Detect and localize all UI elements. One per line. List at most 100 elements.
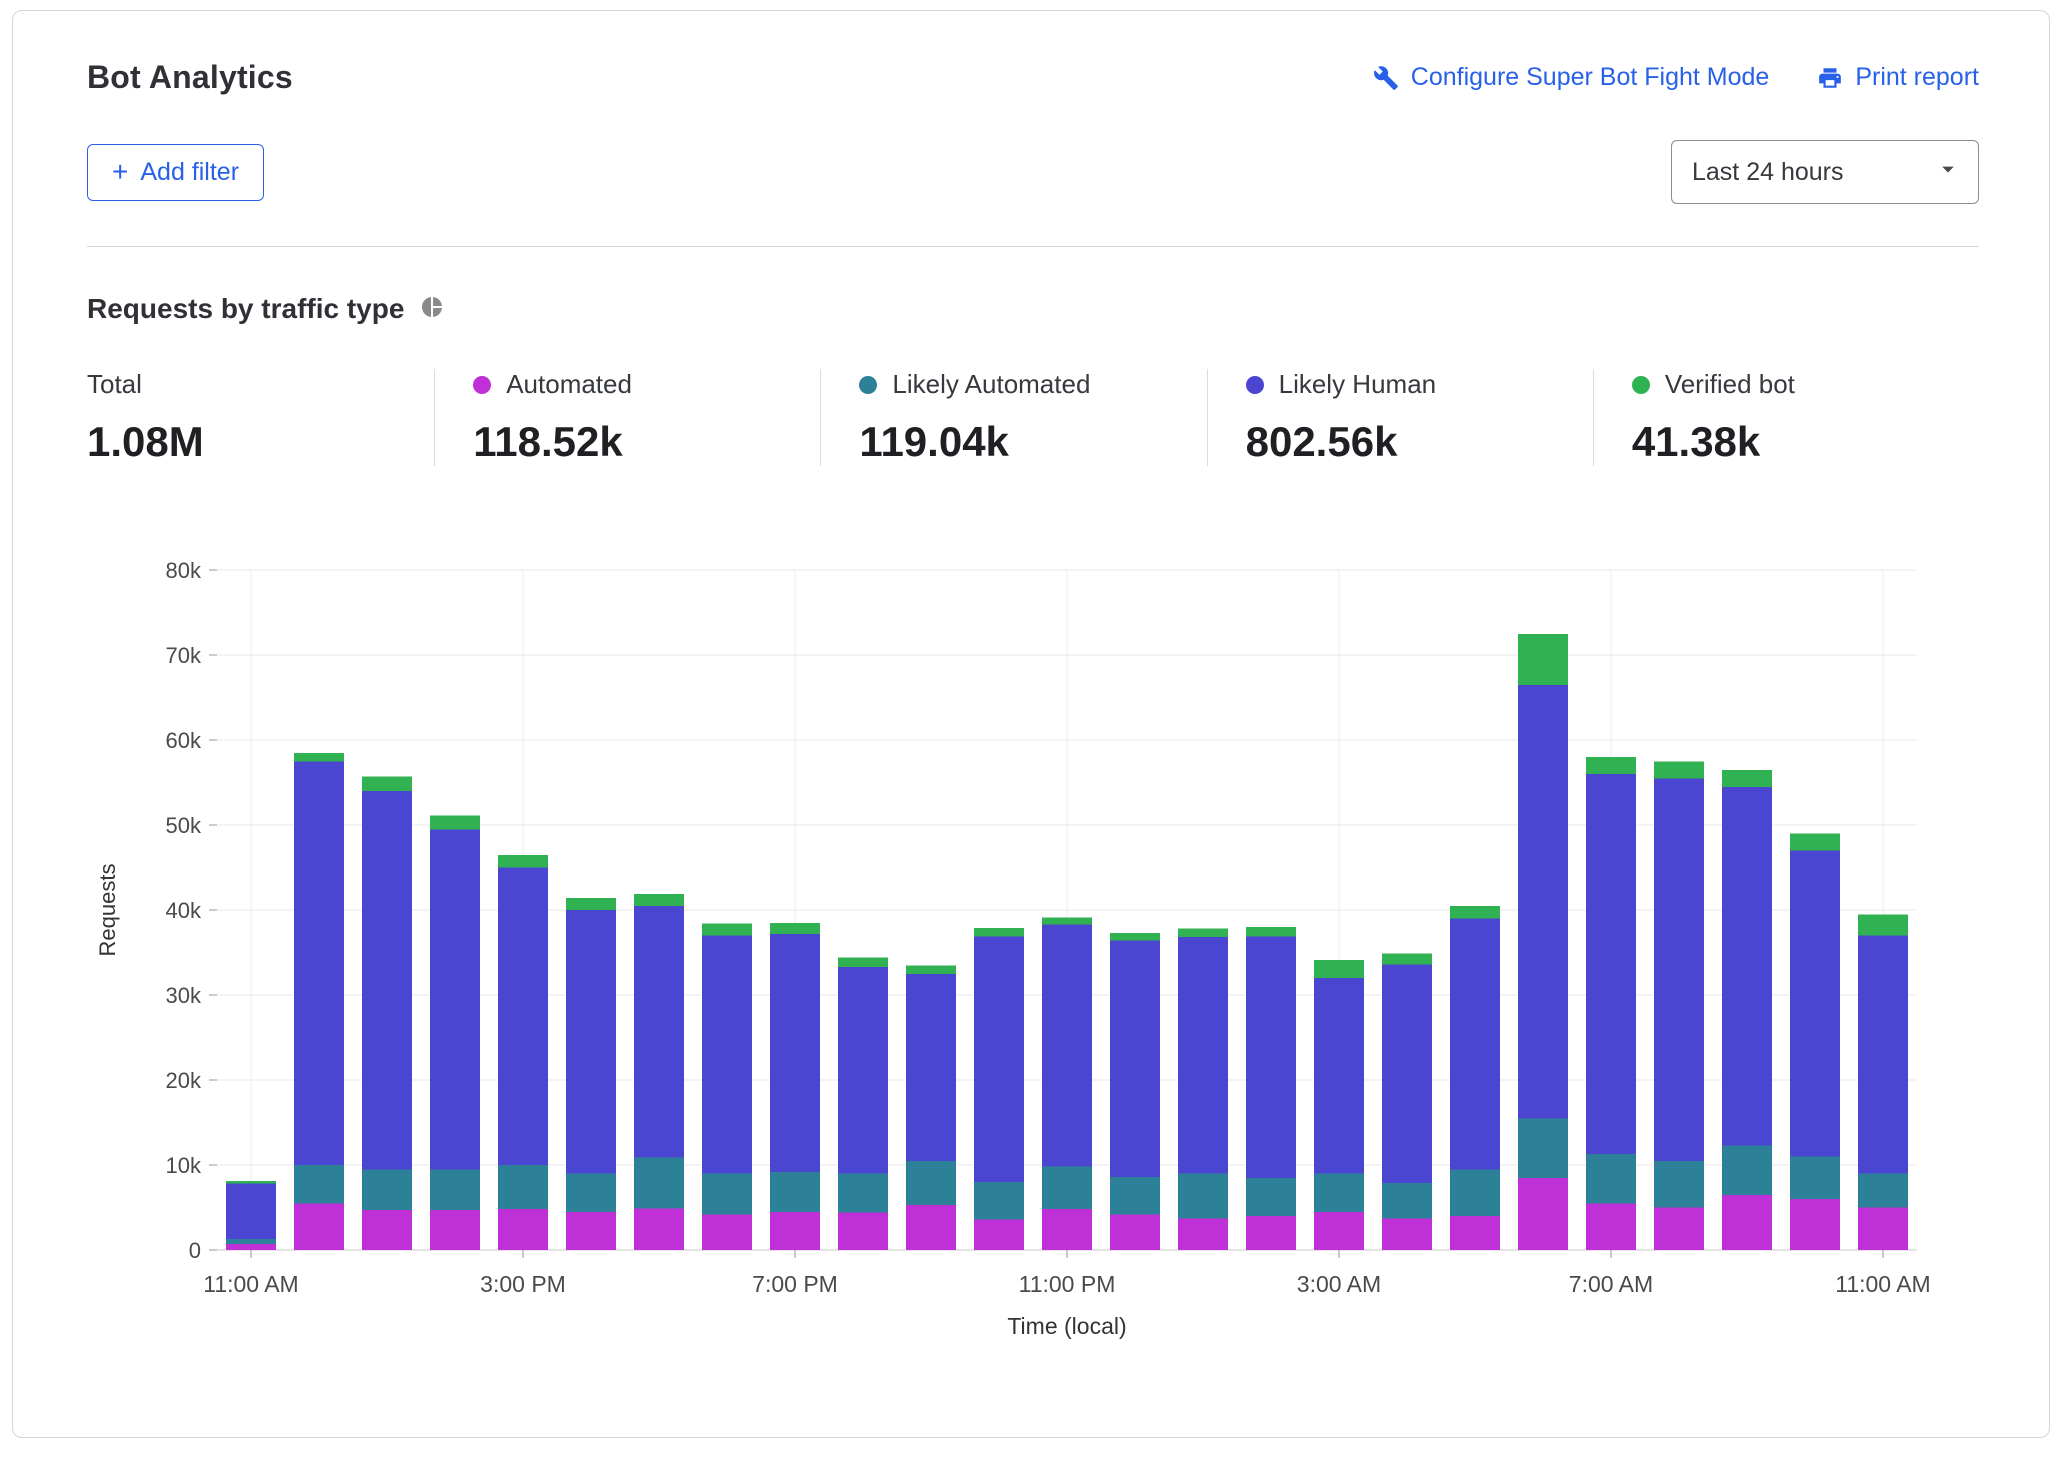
print-report-link[interactable]: Print report — [1817, 63, 1979, 92]
bar-segment — [1110, 1177, 1160, 1214]
bar-segment — [1382, 1219, 1432, 1250]
bar-segment — [770, 1172, 820, 1212]
bar-segment — [566, 898, 616, 910]
bar-segment — [430, 816, 480, 830]
bar-segment — [1314, 978, 1364, 1174]
page-title: Bot Analytics — [87, 59, 293, 96]
bar-segment — [1654, 1161, 1704, 1208]
svg-text:7:00 AM: 7:00 AM — [1569, 1271, 1653, 1297]
bar-segment — [1722, 770, 1772, 787]
bar-segment — [1518, 685, 1568, 1119]
bar-segment — [1450, 1216, 1500, 1250]
chevron-down-icon — [1934, 155, 1962, 190]
bar-segment — [1178, 929, 1228, 938]
bar-segment — [1178, 1174, 1228, 1219]
stat-total-value: 1.08M — [87, 418, 434, 466]
bar-segment — [1790, 1157, 1840, 1200]
bar-segment — [838, 967, 888, 1174]
bar-segment — [226, 1184, 276, 1239]
bar-segment — [1450, 1169, 1500, 1216]
bar-segment — [1178, 1219, 1228, 1250]
stat-automated-label: Automated — [506, 369, 632, 400]
svg-text:80k: 80k — [166, 558, 202, 583]
bar-segment — [566, 1174, 616, 1212]
bar-segment — [1858, 1174, 1908, 1208]
stat-verified-bot-value: 41.38k — [1632, 418, 1979, 466]
bar-segment — [1314, 1174, 1364, 1212]
svg-text:60k: 60k — [166, 728, 202, 753]
bar-segment — [294, 761, 344, 1165]
bar-segment — [1654, 1208, 1704, 1251]
bar-segment — [906, 1161, 956, 1205]
bar-segment — [498, 868, 548, 1166]
bar-segment — [1722, 787, 1772, 1146]
bar-segment — [430, 1169, 480, 1210]
bar-segment — [1790, 851, 1840, 1157]
stat-likely-automated-value: 119.04k — [859, 418, 1206, 466]
bar-segment — [1382, 964, 1432, 1182]
configure-super-bot-fight-mode-link[interactable]: Configure Super Bot Fight Mode — [1373, 63, 1770, 92]
svg-text:Time (local): Time (local) — [1007, 1313, 1126, 1339]
bar-segment — [1042, 1209, 1092, 1250]
stat-total: Total 1.08M — [87, 369, 434, 466]
bar-segment — [838, 958, 888, 967]
bar-segment — [294, 1165, 344, 1203]
svg-text:Requests: Requests — [95, 864, 120, 957]
likely-human-legend-dot — [1246, 376, 1264, 394]
bar-segment — [1586, 1203, 1636, 1250]
bar-segment — [770, 1212, 820, 1250]
bar-segment — [226, 1181, 276, 1184]
bar-segment — [1654, 778, 1704, 1161]
bar-segment — [1110, 1214, 1160, 1250]
stat-likely-automated-label: Likely Automated — [892, 369, 1090, 400]
svg-text:11:00 AM: 11:00 AM — [1835, 1271, 1930, 1297]
add-filter-button[interactable]: + Add filter — [87, 144, 264, 201]
bar-segment — [1790, 1199, 1840, 1250]
requests-chart[interactable]: 010k20k30k40k50k60k70k80k11:00 AM3:00 PM… — [87, 510, 1931, 1345]
bar-segment — [430, 1210, 480, 1250]
bar-segment — [702, 1214, 752, 1250]
bar-segment — [634, 1208, 684, 1250]
stat-automated-value: 118.52k — [473, 418, 820, 466]
svg-text:40k: 40k — [166, 898, 202, 923]
stat-verified-bot-label: Verified bot — [1665, 369, 1795, 400]
bar-segment — [634, 1157, 684, 1208]
bar-segment — [566, 910, 616, 1174]
bar-segment — [702, 924, 752, 936]
svg-text:10k: 10k — [166, 1153, 202, 1178]
svg-text:3:00 AM: 3:00 AM — [1297, 1271, 1381, 1297]
wrench-icon — [1373, 65, 1399, 91]
stat-verified-bot: Verified bot 41.38k — [1593, 369, 1979, 466]
likely-automated-legend-dot — [859, 376, 877, 394]
bar-segment — [1450, 906, 1500, 919]
bar-segment — [1314, 960, 1364, 978]
card-body: Requests by traffic type Total 1.08M Aut… — [13, 247, 2049, 1345]
stat-automated: Automated 118.52k — [434, 369, 820, 466]
bar-segment — [1586, 1154, 1636, 1203]
bar-segment — [838, 1174, 888, 1213]
time-range-select[interactable]: Last 24 hours — [1671, 140, 1979, 204]
bar-segment — [1314, 1212, 1364, 1250]
bar-segment — [838, 1213, 888, 1250]
bar-segment — [1382, 953, 1432, 964]
time-range-value: Last 24 hours — [1692, 158, 1844, 187]
pie-chart-icon — [420, 295, 444, 324]
stat-likely-automated: Likely Automated 119.04k — [820, 369, 1206, 466]
bar-segment — [974, 928, 1024, 937]
bar-segment — [294, 1203, 344, 1250]
bar-segment — [1654, 761, 1704, 778]
bar-segment — [1722, 1145, 1772, 1194]
bar-segment — [1790, 834, 1840, 851]
bar-segment — [1246, 1178, 1296, 1216]
automated-legend-dot — [473, 376, 491, 394]
svg-text:30k: 30k — [166, 983, 202, 1008]
bar-segment — [226, 1244, 276, 1250]
stat-likely-human: Likely Human 802.56k — [1207, 369, 1593, 466]
add-filter-label: Add filter — [140, 158, 239, 187]
bar-segment — [498, 1165, 548, 1209]
bar-segment — [362, 1210, 412, 1250]
traffic-type-stats: Total 1.08M Automated 118.52k Likely Aut… — [87, 369, 1979, 466]
bar-segment — [770, 934, 820, 1172]
verified-bot-legend-dot — [1632, 376, 1650, 394]
configure-link-label: Configure Super Bot Fight Mode — [1411, 63, 1770, 92]
